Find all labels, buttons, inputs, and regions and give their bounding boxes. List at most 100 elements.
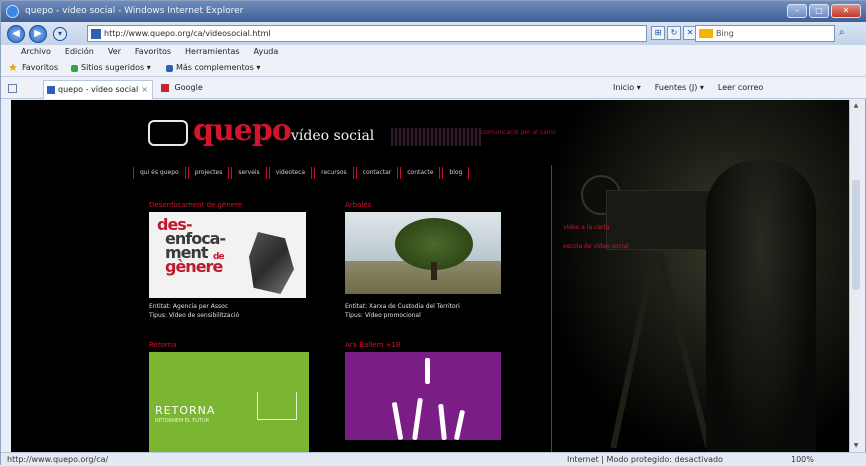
raised-hand-icon bbox=[438, 403, 447, 441]
tab-active[interactable]: quepo - vídeo social × bbox=[43, 80, 153, 99]
tab-favicon-icon bbox=[47, 86, 55, 94]
thumbnail-desenfocament[interactable]: des- enfoca- ment de gènere bbox=[149, 212, 306, 298]
menu-item-favoritos[interactable]: Favoritos bbox=[135, 45, 171, 59]
nav-item-contacte[interactable]: contacte bbox=[400, 167, 441, 179]
favorites-star-icon[interactable]: ★ bbox=[8, 62, 18, 74]
item-title-desenfocament[interactable]: Desenfocament de gènere bbox=[149, 201, 242, 209]
menu-item-herramientas[interactable]: Herramientas bbox=[185, 45, 240, 59]
item-caption-entity: Entitat: Xarxa de Custodia del Territori bbox=[345, 303, 460, 310]
forward-button[interactable]: ▶ bbox=[29, 25, 47, 43]
addons-icon bbox=[166, 65, 173, 72]
raised-hand-icon bbox=[453, 409, 466, 441]
thumbnail-retorna[interactable]: RETORNA RETORNEM EL FUTUR bbox=[149, 352, 309, 452]
thumb-word: gènere bbox=[165, 257, 223, 276]
camera-operator-silhouette bbox=[706, 160, 816, 452]
home-button[interactable]: Inicio ▾ bbox=[613, 77, 641, 99]
favorites-bar: ★ Favoritos Sitios sugeridos ▾ Más compl… bbox=[1, 59, 866, 77]
raised-hand-icon bbox=[412, 397, 423, 441]
item-title-retorna[interactable]: Retorna bbox=[149, 341, 176, 349]
search-input[interactable]: Bing bbox=[695, 25, 835, 42]
thumbnail-arboles[interactable] bbox=[345, 212, 501, 294]
zoom-level[interactable]: 100% bbox=[791, 453, 814, 466]
compatibility-view-icon[interactable]: ⊞ bbox=[651, 26, 665, 40]
nav-item-serveis[interactable]: serveis bbox=[231, 167, 267, 179]
retorna-logo-text: RETORNA bbox=[155, 404, 216, 417]
divider-line bbox=[551, 165, 552, 452]
address-input[interactable]: http://www.quepo.org/ca/videosocial.html bbox=[87, 25, 647, 42]
tab-google-label: Google bbox=[174, 83, 203, 92]
favorites-item-suggested[interactable]: Sitios sugeridos ▾ bbox=[81, 59, 151, 77]
logo-screen-icon bbox=[148, 120, 188, 146]
menu-item-ver[interactable]: Ver bbox=[108, 45, 121, 59]
search-icon[interactable]: ⌕ bbox=[839, 27, 845, 38]
nav-item-qui-es-quepo[interactable]: qui és quepo bbox=[133, 167, 186, 179]
address-row: ◀ ▶ ▾ http://www.quepo.org/ca/videosocia… bbox=[1, 22, 866, 45]
back-button[interactable]: ◀ bbox=[7, 25, 25, 43]
command-bar: Inicio ▾ Fuentes (J) ▾ Leer correo bbox=[613, 77, 763, 99]
item-title-arboles[interactable]: Arbolés bbox=[345, 201, 371, 209]
favorites-label[interactable]: Favoritos bbox=[22, 59, 58, 77]
tab-row: quepo - vídeo social × Google Inicio ▾ F… bbox=[1, 77, 866, 99]
thumbnail-ara-ballem[interactable] bbox=[345, 352, 501, 441]
page-viewport: quepo vídeo social comunicació per al ca… bbox=[11, 100, 849, 452]
suggested-sites-icon bbox=[71, 65, 78, 72]
title-bar: quepo - vídeo social - Windows Internet … bbox=[1, 1, 866, 22]
scroll-down-icon[interactable]: ▼ bbox=[852, 442, 860, 450]
logo-subtitle: vídeo social bbox=[291, 128, 375, 144]
status-url: http://www.quepo.org/ca/ bbox=[7, 455, 109, 464]
site-nav: qui és quepo projectes serveis videoteca… bbox=[133, 166, 471, 180]
raised-hand-icon bbox=[391, 401, 404, 441]
scroll-up-icon[interactable]: ▲ bbox=[852, 102, 860, 110]
window-title: quepo - vídeo social - Windows Internet … bbox=[25, 6, 244, 16]
feeds-button[interactable]: Fuentes (J) ▾ bbox=[655, 77, 704, 99]
read-mail-button[interactable]: Leer correo bbox=[718, 77, 763, 99]
tab-close-icon[interactable]: × bbox=[141, 81, 148, 98]
quick-tabs-icon[interactable] bbox=[8, 84, 17, 93]
item-caption-type: Tipus: Vídeo promocional bbox=[345, 312, 421, 319]
close-button[interactable]: ✕ bbox=[831, 4, 861, 18]
tab-google[interactable]: Google bbox=[161, 77, 203, 99]
camera-background-image bbox=[551, 100, 849, 452]
tripod-leg bbox=[610, 251, 658, 449]
camera-body bbox=[606, 190, 711, 250]
nav-item-contactar[interactable]: contactar bbox=[355, 167, 399, 179]
bing-logo-icon bbox=[699, 29, 713, 38]
browser-window: quepo - vídeo social - Windows Internet … bbox=[0, 0, 866, 466]
scrollbar-thumb[interactable] bbox=[852, 180, 860, 290]
maximize-button[interactable]: □ bbox=[809, 4, 829, 18]
nav-item-projectes[interactable]: projectes bbox=[187, 167, 230, 179]
item-caption-type: Tipus: Vídeo de sensibilització bbox=[149, 312, 240, 319]
retorna-subtitle: RETORNEM EL FUTUR bbox=[155, 418, 210, 424]
menu-item-edicion[interactable]: Edición bbox=[65, 45, 94, 59]
menu-item-ayuda[interactable]: Ayuda bbox=[254, 45, 279, 59]
window-controls: – □ ✕ bbox=[787, 4, 861, 18]
google-favicon-icon bbox=[161, 83, 169, 92]
side-link-video-carta[interactable]: vídeo a la carta bbox=[563, 224, 610, 231]
rock-sculpture-image bbox=[249, 232, 294, 294]
vertical-scrollbar[interactable]: ▲ ▼ bbox=[849, 100, 861, 452]
minimize-button[interactable]: – bbox=[787, 4, 807, 18]
tripod-leg bbox=[656, 252, 712, 448]
search-placeholder: Bing bbox=[716, 29, 734, 38]
nav-item-blog[interactable]: blog bbox=[442, 167, 470, 179]
url-text: http://www.quepo.org/ca/videosocial.html bbox=[104, 29, 271, 38]
site-favicon-icon bbox=[91, 29, 101, 39]
nav-item-recursos[interactable]: recursos bbox=[314, 167, 354, 179]
side-link-escola[interactable]: escola de vídeo social bbox=[563, 243, 629, 250]
logo-stripe-decoration bbox=[391, 128, 481, 146]
tree-trunk bbox=[431, 262, 437, 280]
logo-word[interactable]: quepo bbox=[193, 113, 292, 148]
address-buttons: ⊞ ↻ ✕ bbox=[651, 26, 697, 40]
history-dropdown-icon[interactable]: ▾ bbox=[53, 27, 67, 41]
refresh-icon[interactable]: ↻ bbox=[667, 26, 681, 40]
nav-item-videoteca[interactable]: videoteca bbox=[268, 167, 313, 179]
site-tagline: comunicació per al canvi bbox=[481, 129, 556, 136]
menu-item-archivo[interactable]: Archivo bbox=[21, 45, 51, 59]
favorites-item-addons[interactable]: Más complementos ▾ bbox=[176, 59, 260, 77]
status-bar: http://www.quepo.org/ca/ Internet | Modo… bbox=[1, 452, 866, 466]
tab-active-label: quepo - vídeo social bbox=[58, 85, 139, 94]
item-title-ara-ballem[interactable]: Ara Ballem +18 bbox=[345, 341, 400, 349]
status-zone: Internet | Modo protegido: desactivado bbox=[567, 455, 723, 464]
item-caption-entity: Entitat: Agencia per Assoc bbox=[149, 303, 229, 310]
bottles-icon bbox=[257, 392, 297, 420]
